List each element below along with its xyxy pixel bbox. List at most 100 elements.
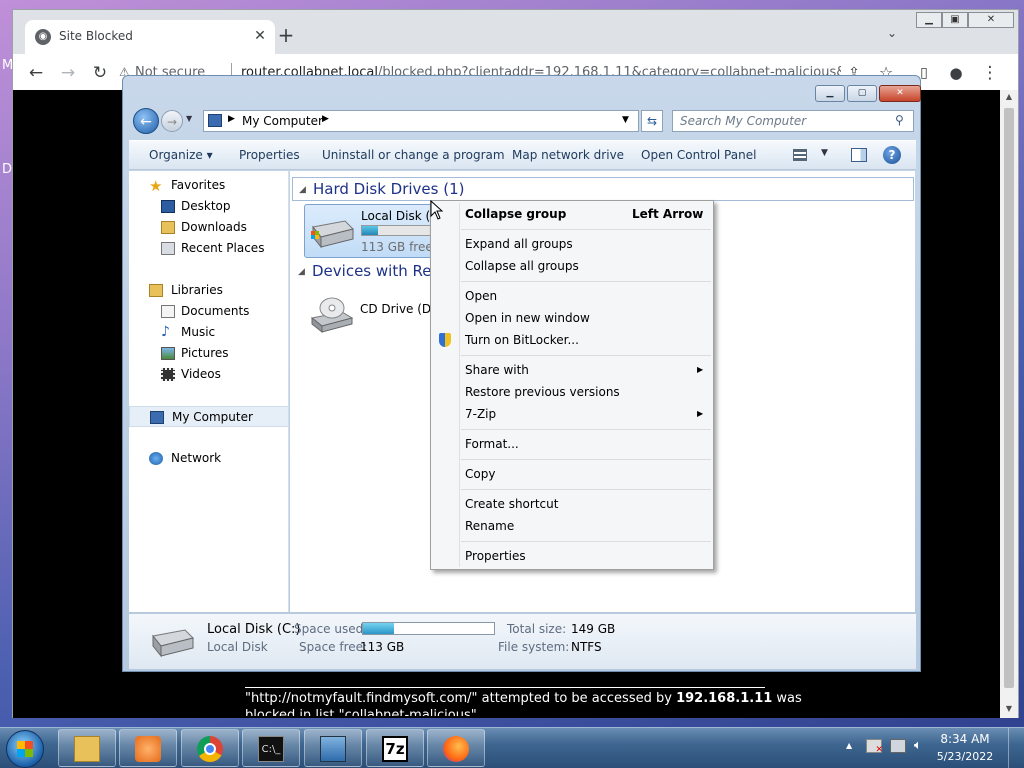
menu-item-open[interactable]: Open — [465, 289, 497, 303]
menu-separator — [461, 459, 711, 460]
taskbar-network-tool[interactable] — [304, 729, 362, 767]
address-bar[interactable]: ▶ My Computer ▶ ▼ — [203, 110, 639, 132]
tray-expand-icon[interactable]: ▲ — [846, 741, 852, 750]
sidebar-item-documents[interactable]: Documents — [129, 301, 289, 322]
chrome-center — [204, 743, 216, 755]
volume-icon[interactable]: 🔈︎ — [914, 739, 930, 753]
sidebar-item-my-computer[interactable]: My Computer — [129, 406, 289, 427]
chevron-down-icon[interactable]: ▼ — [622, 115, 629, 125]
taskbar-chrome[interactable] — [181, 729, 239, 767]
view-options-icon[interactable] — [793, 149, 807, 161]
map-network-drive-button[interactable]: Map network drive — [512, 148, 624, 162]
menu-item-create-shortcut[interactable]: Create shortcut — [465, 497, 558, 511]
menu-item-collapse-group[interactable]: Collapse group — [465, 207, 566, 221]
profile-icon[interactable]: ● — [945, 62, 967, 84]
scroll-thumb[interactable] — [1004, 108, 1014, 688]
pictures-icon — [161, 347, 175, 360]
search-input[interactable]: Search My Computer ⚲ — [672, 110, 914, 132]
search-icon[interactable]: ⚲ — [895, 113, 904, 127]
sidebar-item-libraries[interactable]: Libraries — [129, 280, 289, 301]
sidebar-item-favorites[interactable]: ★ Favorites — [129, 175, 289, 196]
minimize-button[interactable]: ▁ — [815, 85, 845, 102]
maximize-button[interactable]: ▢ — [847, 85, 877, 102]
clock-date[interactable]: 5/23/2022 — [935, 750, 995, 763]
close-button[interactable]: ✕ — [879, 85, 921, 102]
network-icon — [149, 452, 163, 465]
breadcrumb[interactable]: My Computer — [242, 114, 323, 128]
collapse-triangle-icon[interactable]: ◢ — [299, 179, 306, 201]
sidebar-item-pictures[interactable]: Pictures — [129, 343, 289, 364]
taskbar-7zip[interactable]: 7z — [366, 729, 424, 767]
menu-item-bitlocker[interactable]: Turn on BitLocker... — [465, 333, 579, 347]
file-system-value: NTFS — [571, 640, 602, 654]
scrollbar[interactable]: ▲ ▼ — [1000, 90, 1018, 718]
drive-c-usage-bar — [361, 225, 431, 236]
taskbar-media-player[interactable] — [119, 729, 177, 767]
menu-item-restore-versions[interactable]: Restore previous versions — [465, 385, 620, 399]
total-size-label: Total size: — [507, 622, 567, 636]
maximize-button[interactable]: ▣ — [942, 12, 968, 28]
chevron-right-icon[interactable]: ▶ — [228, 114, 235, 124]
scroll-up-icon[interactable]: ▲ — [1000, 92, 1018, 101]
start-button[interactable] — [6, 730, 44, 768]
close-icon[interactable]: ✕ — [251, 27, 269, 45]
show-desktop-button[interactable] — [1008, 728, 1024, 768]
action-center-icon[interactable]: ✕ — [866, 739, 883, 755]
network-tray-icon[interactable] — [890, 739, 906, 753]
preview-pane-icon[interactable] — [851, 148, 867, 162]
back-arrow-icon[interactable]: ← — [133, 108, 159, 134]
tab-strip: ◉ Site Blocked ✕ + ⌄ ▁ ▣ ✕ — [13, 10, 1018, 54]
chevron-right-icon[interactable]: ▶ — [322, 114, 329, 124]
clock-time[interactable]: 8:34 AM — [935, 732, 995, 746]
forward-arrow-icon[interactable]: → — [57, 62, 79, 84]
minimize-button[interactable]: ▁ — [916, 12, 942, 28]
menu-item-open-new-window[interactable]: Open in new window — [465, 311, 590, 325]
menu-item-format[interactable]: Format... — [465, 437, 519, 451]
menu-separator — [461, 429, 711, 430]
browser-tab[interactable]: ◉ Site Blocked ✕ — [25, 20, 275, 54]
drive-d[interactable]: CD Drive (D:) — [304, 288, 440, 342]
file-system-label: File system: — [498, 640, 570, 654]
media-player-icon — [135, 736, 161, 762]
menu-item-properties[interactable]: Properties — [465, 549, 526, 563]
taskbar-explorer[interactable] — [58, 729, 116, 767]
chevron-down-icon[interactable]: ⌄ — [883, 26, 901, 44]
menu-item-share-with[interactable]: Share with — [465, 363, 529, 377]
help-icon[interactable]: ? — [883, 146, 901, 164]
menu-item-copy[interactable]: Copy — [465, 467, 495, 481]
sidebar-item-recent[interactable]: Recent Places — [129, 238, 289, 259]
open-control-panel-button[interactable]: Open Control Panel — [641, 148, 756, 162]
uninstall-program-button[interactable]: Uninstall or change a program — [322, 148, 505, 162]
reload-icon[interactable]: ↻ — [89, 62, 111, 84]
taskbar-firefox[interactable] — [427, 729, 485, 767]
menu-item-collapse-all-groups[interactable]: Collapse all groups — [465, 259, 579, 273]
organize-button[interactable]: Organize ▾ — [149, 148, 213, 162]
menu-item-7zip[interactable]: 7-Zip — [465, 407, 496, 421]
taskbar-terminal[interactable]: C:\_ — [242, 729, 300, 767]
menu-icon[interactable]: ⋮ — [979, 62, 1001, 84]
space-used-label: Space used: — [294, 622, 368, 636]
drive-c[interactable]: Local Disk (C:) 113 GB free of 149 GB — [304, 204, 496, 258]
sidebar-item-downloads[interactable]: Downloads — [129, 217, 289, 238]
space-used-bar — [362, 622, 495, 635]
details-type: Local Disk — [207, 640, 268, 654]
back-arrow-icon[interactable]: ← — [25, 62, 47, 84]
new-tab-button[interactable]: + — [275, 25, 297, 47]
sidebar-item-videos[interactable]: Videos — [129, 364, 289, 385]
hard-drive-icon — [149, 622, 195, 660]
scroll-down-icon[interactable]: ▼ — [1000, 704, 1018, 713]
close-button[interactable]: ✕ — [968, 12, 1014, 28]
menu-item-rename[interactable]: Rename — [465, 519, 514, 533]
chevron-down-icon[interactable]: ▼ — [186, 114, 192, 123]
sidebar-item-music[interactable]: ♪ Music — [129, 322, 289, 343]
forward-arrow-icon[interactable]: → — [161, 110, 183, 132]
sidebar-item-desktop[interactable]: Desktop — [129, 196, 289, 217]
properties-button[interactable]: Properties — [239, 148, 300, 162]
collapse-triangle-icon[interactable]: ◢ — [298, 261, 305, 283]
menu-item-expand-all-groups[interactable]: Expand all groups — [465, 237, 573, 251]
refresh-icon[interactable]: ⇆ — [641, 110, 663, 132]
search-placeholder: Search My Computer — [680, 114, 807, 128]
group-header-hard-disk-drives[interactable]: ◢ Hard Disk Drives (1) — [292, 177, 914, 201]
sidebar-item-network[interactable]: Network — [129, 448, 289, 469]
chevron-down-icon[interactable]: ▼ — [821, 148, 828, 158]
